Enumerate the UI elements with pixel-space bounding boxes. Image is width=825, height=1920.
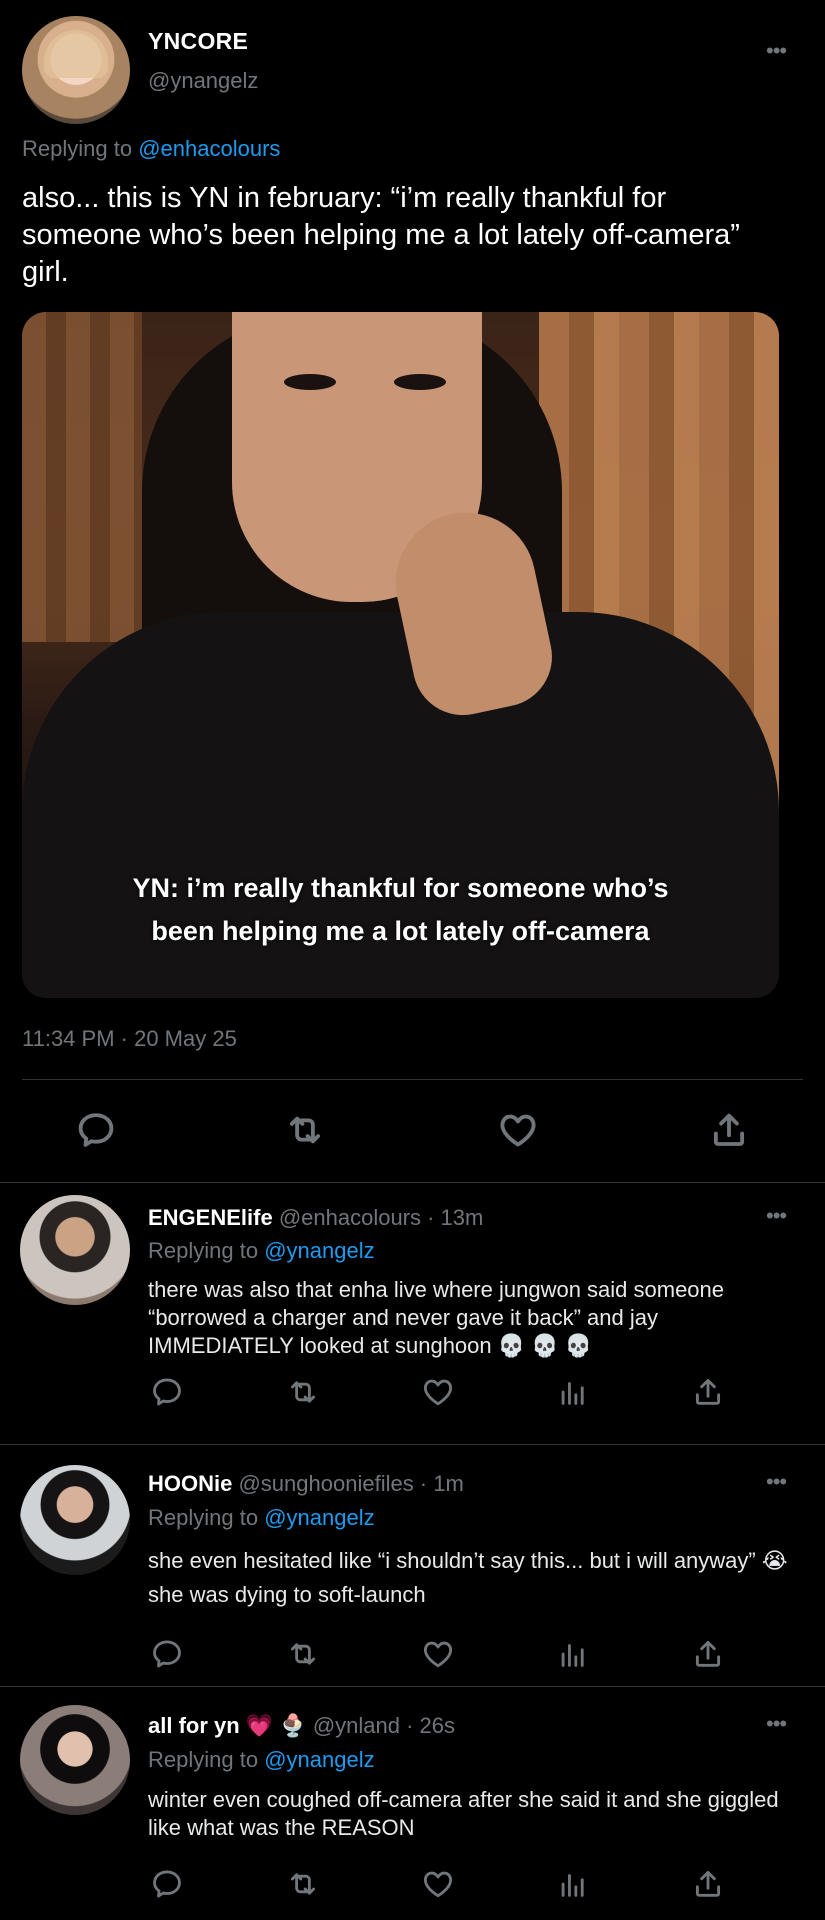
replying-to-link[interactable]: @ynangelz	[264, 1747, 374, 1772]
display-name[interactable]: all for yn	[148, 1713, 240, 1738]
timestamp[interactable]: 11:34 PM · 20 May 25	[22, 1026, 237, 1052]
replying-to: Replying to @ynangelz	[148, 1238, 375, 1264]
reply-header: HOONie @sunghooniefiles · 1m	[148, 1471, 464, 1497]
replying-to-link[interactable]: @ynangelz	[264, 1238, 374, 1263]
divider	[22, 1079, 803, 1080]
reply-tweet[interactable]: ENGENElife @enhacolours · 13m ••• Replyi…	[0, 1183, 825, 1444]
replying-to: Replying to @ynangelz	[148, 1505, 375, 1531]
more-icon[interactable]: •••	[766, 1711, 787, 1737]
reply-header: ENGENElife @enhacolours · 13m	[148, 1205, 483, 1231]
replying-to-link[interactable]: @ynangelz	[264, 1505, 374, 1530]
reply-actions	[0, 1632, 825, 1672]
image-caption-line: YN: i’m really thankful for someone who’…	[132, 873, 669, 903]
handle[interactable]: @ynangelz	[148, 68, 258, 94]
name-emoji: 💗 🍨	[239, 1713, 307, 1738]
avatar[interactable]	[20, 1705, 130, 1815]
reply-icon[interactable]	[145, 1370, 189, 1414]
views-icon[interactable]	[551, 1862, 595, 1906]
replying-prefix: Replying to	[148, 1505, 259, 1530]
handle-time[interactable]: @enhacolours · 13m	[273, 1205, 484, 1230]
reply-text: there was also that enha live where jung…	[148, 1277, 725, 1358]
share-icon[interactable]	[686, 1862, 730, 1906]
image-curtain-left	[22, 312, 142, 642]
retweet-icon[interactable]	[281, 1370, 325, 1414]
heart-icon[interactable]	[416, 1862, 460, 1906]
main-tweet: YNCORE @ynangelz ••• Replying to @enhaco…	[0, 0, 825, 1182]
tweet-text: also... this is YN in february: “i’m rea…	[22, 182, 740, 288]
image-caption-line: been helping me a lot lately off-camera	[151, 916, 650, 946]
share-icon[interactable]	[707, 1108, 751, 1152]
reply-actions	[0, 1370, 825, 1410]
replying-prefix: Replying to	[148, 1238, 259, 1263]
avatar[interactable]	[20, 1465, 130, 1575]
replying-to: Replying to @ynangelz	[148, 1747, 375, 1773]
reply-actions	[0, 1862, 825, 1902]
image-caption: YN: i’m really thankful for someone who’…	[22, 867, 779, 953]
retweet-icon[interactable]	[283, 1108, 327, 1152]
reply-header: all for yn 💗 🍨 @ynland · 26s	[148, 1713, 455, 1739]
heart-icon[interactable]	[416, 1370, 460, 1414]
retweet-icon[interactable]	[281, 1632, 325, 1676]
retweet-icon[interactable]	[281, 1862, 325, 1906]
reply-text: she even hesitated like “i shouldn’t say…	[148, 1548, 788, 1607]
replying-prefix: Replying to	[148, 1747, 259, 1772]
reply-text: winter even coughed off-camera after she…	[148, 1787, 779, 1840]
avatar[interactable]	[22, 16, 130, 124]
tweet-actions	[0, 1108, 825, 1156]
tweet-image[interactable]: YN: i’m really thankful for someone who’…	[22, 312, 779, 998]
replying-prefix: Replying to	[22, 136, 133, 161]
share-icon[interactable]	[686, 1370, 730, 1414]
more-icon[interactable]: •••	[766, 38, 787, 64]
replying-to: Replying to @enhacolours	[22, 136, 280, 162]
views-icon[interactable]	[551, 1632, 595, 1676]
reply-icon[interactable]	[145, 1862, 189, 1906]
display-name[interactable]: HOONie	[148, 1471, 232, 1496]
display-name[interactable]: YNCORE	[148, 28, 248, 55]
heart-icon[interactable]	[416, 1632, 460, 1676]
image-eye	[394, 374, 446, 390]
replying-to-link[interactable]: @enhacolours	[138, 136, 280, 161]
share-icon[interactable]	[686, 1632, 730, 1676]
more-icon[interactable]: •••	[766, 1469, 787, 1495]
views-icon[interactable]	[551, 1370, 595, 1414]
display-name[interactable]: ENGENElife	[148, 1205, 273, 1230]
more-icon[interactable]: •••	[766, 1203, 787, 1229]
avatar[interactable]	[20, 1195, 130, 1305]
reply-icon[interactable]	[145, 1632, 189, 1676]
image-eye	[284, 374, 336, 390]
reply-tweet[interactable]: HOONie @sunghooniefiles · 1m ••• Replyin…	[0, 1445, 825, 1686]
handle-time[interactable]: @sunghooniefiles · 1m	[232, 1471, 463, 1496]
reply-icon[interactable]	[74, 1108, 118, 1152]
handle-time[interactable]: @ynland · 26s	[307, 1713, 455, 1738]
heart-icon[interactable]	[496, 1108, 540, 1152]
reply-tweet[interactable]: all for yn 💗 🍨 @ynland · 26s ••• Replyin…	[0, 1687, 825, 1920]
